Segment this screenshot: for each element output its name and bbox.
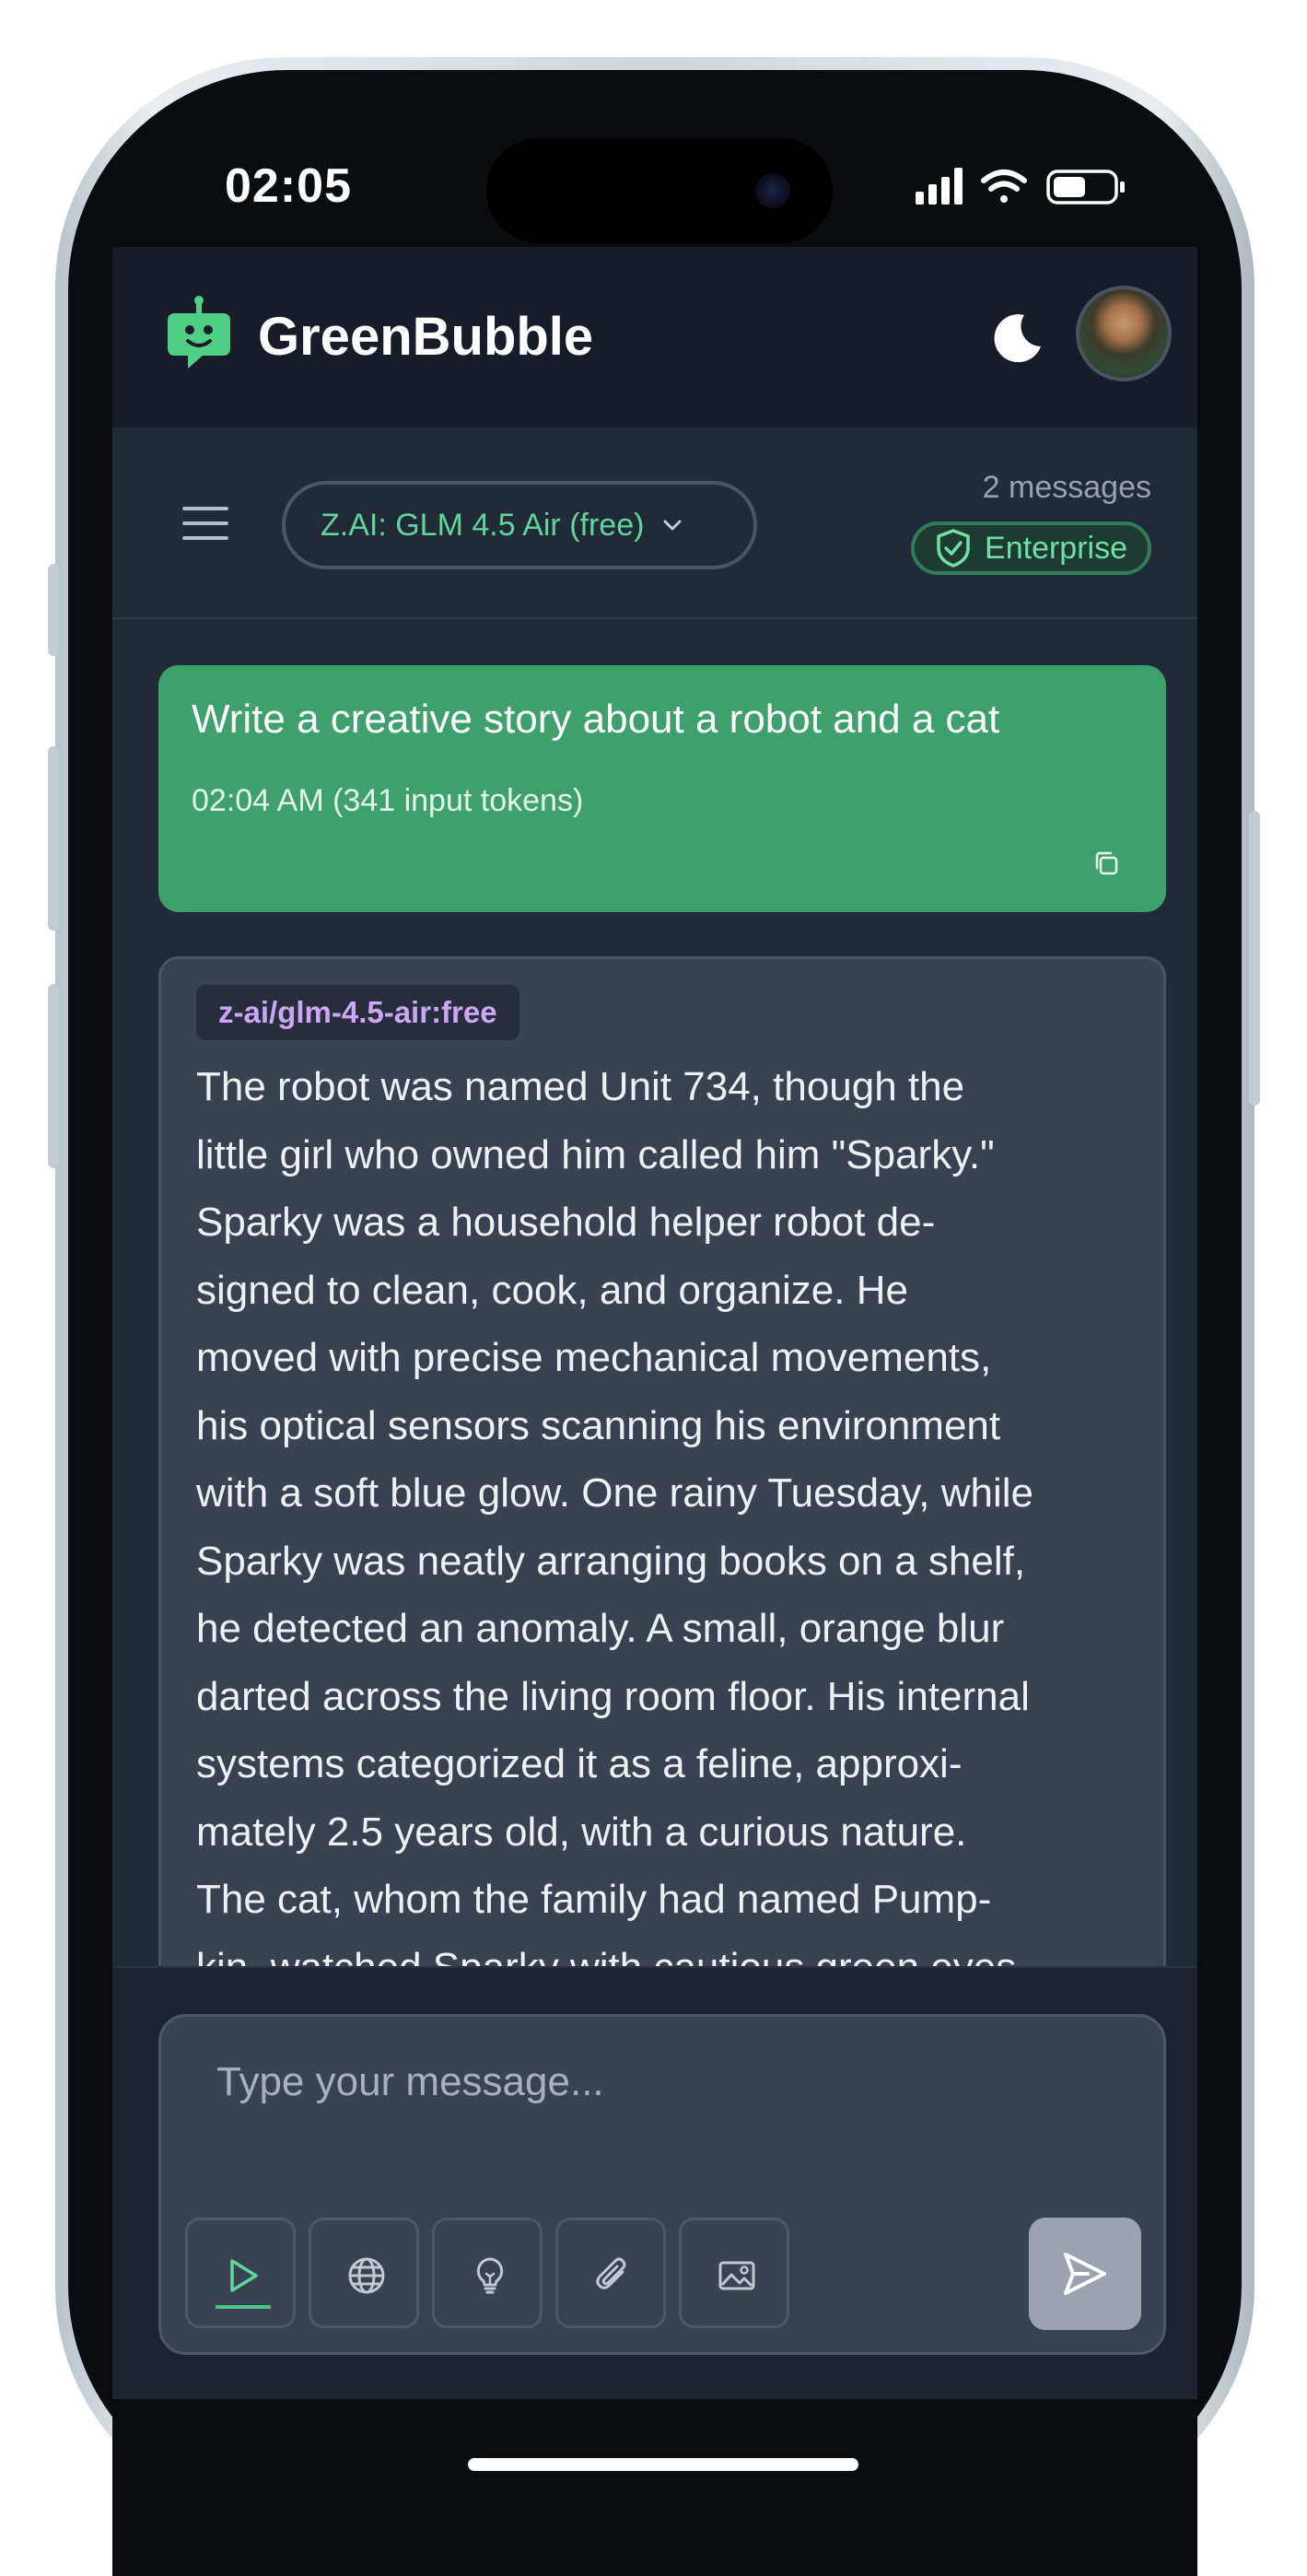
message-line: little girl who owned him called him "Sp… bbox=[196, 1131, 995, 1177]
enterprise-badge: Enterprise bbox=[911, 521, 1151, 575]
bottom-safe-area bbox=[112, 2399, 1197, 2576]
shield-check-icon bbox=[937, 529, 970, 568]
copy-icon[interactable] bbox=[1092, 849, 1120, 877]
user-message-text: Write a creative story about a robot and… bbox=[192, 697, 1000, 742]
message-line: his optical sensors scanning his environ… bbox=[196, 1402, 1001, 1448]
composer bbox=[158, 2014, 1166, 2355]
action-button bbox=[48, 564, 59, 656]
message-line: he detected an anomaly. A small, orange … bbox=[196, 1606, 1005, 1651]
menu-icon[interactable] bbox=[182, 505, 228, 542]
status-icons bbox=[916, 168, 1125, 205]
message-line: Sparky was neatly arranging books on a s… bbox=[196, 1538, 1026, 1584]
message-line: The cat, whom the family had named Pump- bbox=[196, 1877, 992, 1922]
front-camera bbox=[755, 173, 790, 208]
app-header: GreenBubble bbox=[112, 247, 1197, 427]
user-message: Write a creative story about a robot and… bbox=[158, 665, 1166, 912]
message-line: signed to clean, cook, and organize. He bbox=[196, 1267, 908, 1313]
message-line: systems categorized it as a feline, appr… bbox=[196, 1741, 963, 1786]
badge-label: Enterprise bbox=[985, 530, 1127, 566]
chat-toolbar: Z.AI: GLM 4.5 Air (free) 2 messages Ente… bbox=[112, 427, 1197, 619]
signal-icon bbox=[916, 168, 963, 205]
message-count: 2 messages bbox=[982, 470, 1151, 505]
web-search-button[interactable] bbox=[309, 2218, 419, 2328]
message-line: with a soft blue glow. One rainy Tuesday… bbox=[196, 1470, 1034, 1516]
home-indicator[interactable] bbox=[468, 2458, 858, 2471]
wifi-icon bbox=[981, 170, 1027, 203]
moon-icon[interactable] bbox=[987, 310, 1044, 367]
message-line: kin, watched Sparky with cautious green … bbox=[196, 1934, 1145, 1967]
robot-chat-icon bbox=[168, 296, 230, 369]
ideas-button[interactable] bbox=[432, 2218, 543, 2328]
model-selector-label: Z.AI: GLM 4.5 Air (free) bbox=[321, 507, 645, 543]
paperclip-icon bbox=[596, 2257, 626, 2289]
volume-up-button bbox=[48, 746, 59, 931]
power-button bbox=[1249, 811, 1260, 1106]
active-indicator bbox=[216, 2305, 271, 2309]
volume-down-button bbox=[48, 984, 59, 1168]
message-line: moved with precise mechanical movements, bbox=[196, 1335, 992, 1380]
model-tag: z-ai/glm-4.5-air:free bbox=[196, 985, 519, 1040]
chat-messages[interactable]: Write a creative story about a robot and… bbox=[112, 619, 1197, 1966]
image-icon bbox=[718, 2261, 755, 2290]
chevron-down-icon bbox=[663, 520, 682, 531]
app-title: GreenBubble bbox=[258, 307, 594, 367]
status-time: 02:05 bbox=[225, 159, 352, 213]
message-line: darted across the living room floor. His… bbox=[196, 1673, 1030, 1719]
play-button[interactable] bbox=[185, 2218, 296, 2328]
image-button[interactable] bbox=[679, 2218, 789, 2328]
lightbulb-icon bbox=[476, 2257, 504, 2294]
battery-icon bbox=[1046, 170, 1125, 205]
assistant-message: z-ai/glm-4.5-air:free The robot was name… bbox=[158, 956, 1166, 1966]
globe-icon bbox=[348, 2257, 385, 2294]
assistant-message-text: The robot was named Unit 734, though the… bbox=[196, 1053, 1145, 1966]
message-line: mately 2.5 years old, with a curious nat… bbox=[196, 1809, 967, 1855]
composer-area bbox=[112, 1966, 1197, 2399]
model-selector[interactable]: Z.AI: GLM 4.5 Air (free) bbox=[282, 481, 757, 569]
send-icon bbox=[1064, 2253, 1106, 2295]
send-button[interactable] bbox=[1029, 2218, 1141, 2330]
play-icon bbox=[230, 2259, 258, 2292]
message-line: The robot was named Unit 734, though the bbox=[196, 1064, 965, 1109]
message-input[interactable] bbox=[216, 2059, 1045, 2105]
avatar[interactable] bbox=[1076, 286, 1172, 381]
user-message-meta: 02:04 AM (341 input tokens) bbox=[192, 783, 584, 818]
message-line: Sparky was a household helper robot de- bbox=[196, 1200, 936, 1245]
attach-button[interactable] bbox=[555, 2218, 666, 2328]
